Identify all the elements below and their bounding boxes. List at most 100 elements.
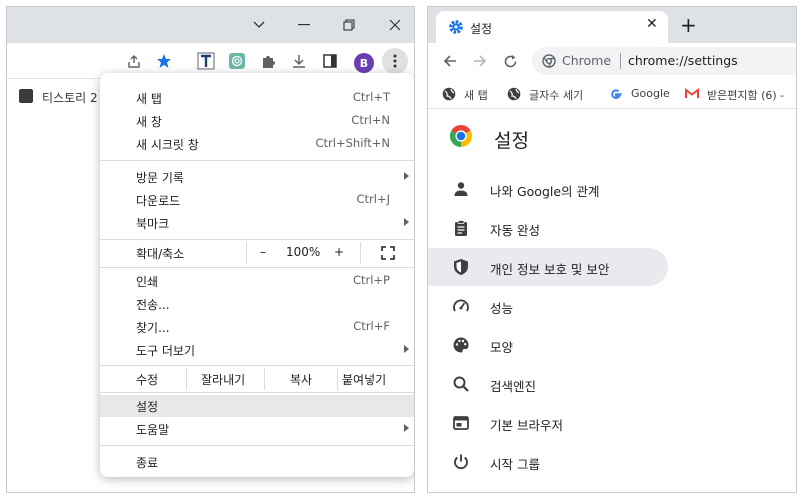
settings-nav-on-startup[interactable]: 시작 그룹 <box>428 443 668 481</box>
palette-icon <box>453 337 469 353</box>
chrome-main-menu: 새 탭 Ctrl+T 새 창 Ctrl+N 새 시크릿 창 Ctrl+Shift… <box>100 73 414 477</box>
settings-nav-default-browser[interactable]: 기본 브라우저 <box>428 404 668 442</box>
menu-item-cast[interactable]: 전송... <box>100 293 414 315</box>
downloads-button[interactable] <box>288 50 310 72</box>
reload-icon <box>504 54 516 67</box>
settings-nav-autofill[interactable]: 자동 완성 <box>428 209 668 247</box>
shield-icon <box>454 259 468 275</box>
paste-button[interactable]: 붙여넣기 <box>342 371 386 388</box>
globe-icon <box>442 87 456 101</box>
restore-icon <box>343 19 355 31</box>
menu-separator <box>100 392 414 393</box>
menu-separator <box>100 239 414 240</box>
menu-item-history[interactable]: 방문 기록 <box>100 166 414 188</box>
submenu-arrow-icon <box>404 218 409 226</box>
settings-nav-performance[interactable]: 성능 <box>428 287 668 325</box>
menu-item-help[interactable]: 도움말 <box>100 418 414 440</box>
bookmark-char-count[interactable]: 글자수 세기 <box>529 87 583 103</box>
gear-icon <box>449 20 463 34</box>
share-icon <box>128 55 140 68</box>
cut-button[interactable]: 잘라내기 <box>201 371 245 388</box>
omnibox-label: Chrome <box>562 53 612 68</box>
menu-item-new-tab[interactable]: 새 탭 Ctrl+T <box>100 87 414 109</box>
copy-button[interactable]: 복사 <box>290 371 312 388</box>
left-browser-window: B 티스토리 2 새 탭 Ctrl+T 새 창 Ctrl+N 새 시크릿 창 C… <box>6 6 415 493</box>
extensions-button[interactable] <box>257 50 279 72</box>
right-browser-window: 설정 ✕ + Chrome chrome://settings 새 탭 글자수 … <box>427 6 797 493</box>
menu-item-new-window[interactable]: 새 창 Ctrl+N <box>100 110 414 132</box>
three-dots-vertical-icon <box>393 54 397 68</box>
menu-separator <box>100 445 414 446</box>
speedometer-icon <box>453 299 469 312</box>
menu-separator <box>100 160 414 161</box>
download-icon <box>293 55 305 68</box>
navigation-toolbar: Chrome chrome://settings <box>428 43 796 79</box>
menu-item-find[interactable]: 찾기... Ctrl+F <box>100 316 414 338</box>
menu-item-downloads[interactable]: 다운로드 Ctrl+J <box>100 189 414 211</box>
zoom-out-button[interactable]: – <box>260 245 266 259</box>
menu-item-new-incognito[interactable]: 새 시크릿 창 Ctrl+Shift+N <box>100 133 414 155</box>
bookmark-item[interactable]: 티스토리 2 <box>42 89 98 106</box>
minimize-button[interactable] <box>290 14 318 36</box>
submenu-arrow-icon <box>404 424 409 432</box>
settings-nav-privacy-security[interactable]: 개인 정보 보호 및 보안 <box>428 248 668 286</box>
google-g-icon <box>611 89 622 99</box>
edit-row: 수정 잘라내기 복사 붙여넣기 <box>100 368 414 390</box>
tab-title: 설정 <box>470 22 493 36</box>
share-button[interactable] <box>123 50 145 72</box>
bookmark-star-button[interactable] <box>153 50 175 72</box>
fingerprint-extension-button[interactable] <box>226 50 248 72</box>
chrome-menu-button[interactable] <box>382 48 408 74</box>
chrome-logo-icon <box>449 125 473 147</box>
restore-button[interactable] <box>335 14 363 36</box>
profile-avatar[interactable]: B <box>354 53 374 73</box>
settings-page: 설정 나와 Google의 관계 자동 완성 개인 정보 보호 및 보안 성능 … <box>428 109 796 492</box>
submenu-arrow-icon <box>404 172 409 180</box>
text-t-icon <box>197 52 215 70</box>
tab-settings[interactable]: 설정 ✕ <box>436 11 668 43</box>
address-bar[interactable]: Chrome chrome://settings <box>532 47 796 75</box>
side-panel-icon <box>323 54 337 68</box>
close-window-button[interactable] <box>381 14 409 36</box>
menu-item-settings[interactable]: 설정 <box>100 395 414 417</box>
bookmarks-bar: 새 탭 글자수 세기 Google 받은편지함 (6) - <box>428 79 796 109</box>
minimize-icon <box>298 24 310 26</box>
bookmark-gmail-inbox[interactable]: 받은편지함 (6) - <box>707 87 784 103</box>
side-panel-button[interactable] <box>319 50 341 72</box>
menu-item-bookmarks[interactable]: 북마크 <box>100 212 414 234</box>
forward-button[interactable] <box>470 51 490 71</box>
menu-item-more-tools[interactable]: 도구 더보기 <box>100 339 414 361</box>
fullscreen-button[interactable] <box>381 246 395 263</box>
settings-nav-appearance[interactable]: 모양 <box>428 326 668 364</box>
globe-icon <box>507 87 521 101</box>
puzzle-icon <box>263 56 275 68</box>
chevron-down-icon <box>253 21 265 28</box>
bookmark-google[interactable]: Google <box>631 87 670 100</box>
edit-label: 수정 <box>136 373 159 387</box>
fingerprint-icon <box>229 53 245 69</box>
tab-search-button[interactable] <box>245 14 273 36</box>
zoom-in-button[interactable]: + <box>334 245 344 259</box>
settings-nav-search-engine[interactable]: 검색엔진 <box>428 365 668 403</box>
browser-window-icon <box>453 416 469 430</box>
submenu-arrow-icon <box>404 345 409 353</box>
menu-separator <box>100 267 414 268</box>
menu-item-exit[interactable]: 종료 <box>100 451 414 473</box>
star-icon <box>157 54 171 68</box>
reload-button[interactable] <box>500 51 520 71</box>
tistory-favicon-icon <box>19 89 33 103</box>
close-tab-button[interactable]: ✕ <box>646 16 658 32</box>
menu-item-print[interactable]: 인쇄 Ctrl+P <box>100 270 414 292</box>
settings-nav-you-and-google[interactable]: 나와 Google의 관계 <box>428 170 668 208</box>
close-icon <box>389 19 401 31</box>
bookmark-new-tab[interactable]: 새 탭 <box>464 87 488 103</box>
person-icon <box>454 182 468 196</box>
new-tab-button[interactable]: + <box>680 13 697 37</box>
zoom-row: 확대/축소 – 100% + <box>100 242 414 264</box>
power-icon <box>454 454 468 470</box>
clipboard-icon <box>455 220 467 236</box>
gmail-icon <box>685 88 699 98</box>
search-icon <box>453 376 469 392</box>
back-button[interactable] <box>440 51 460 71</box>
text-extension-button[interactable] <box>195 50 217 72</box>
